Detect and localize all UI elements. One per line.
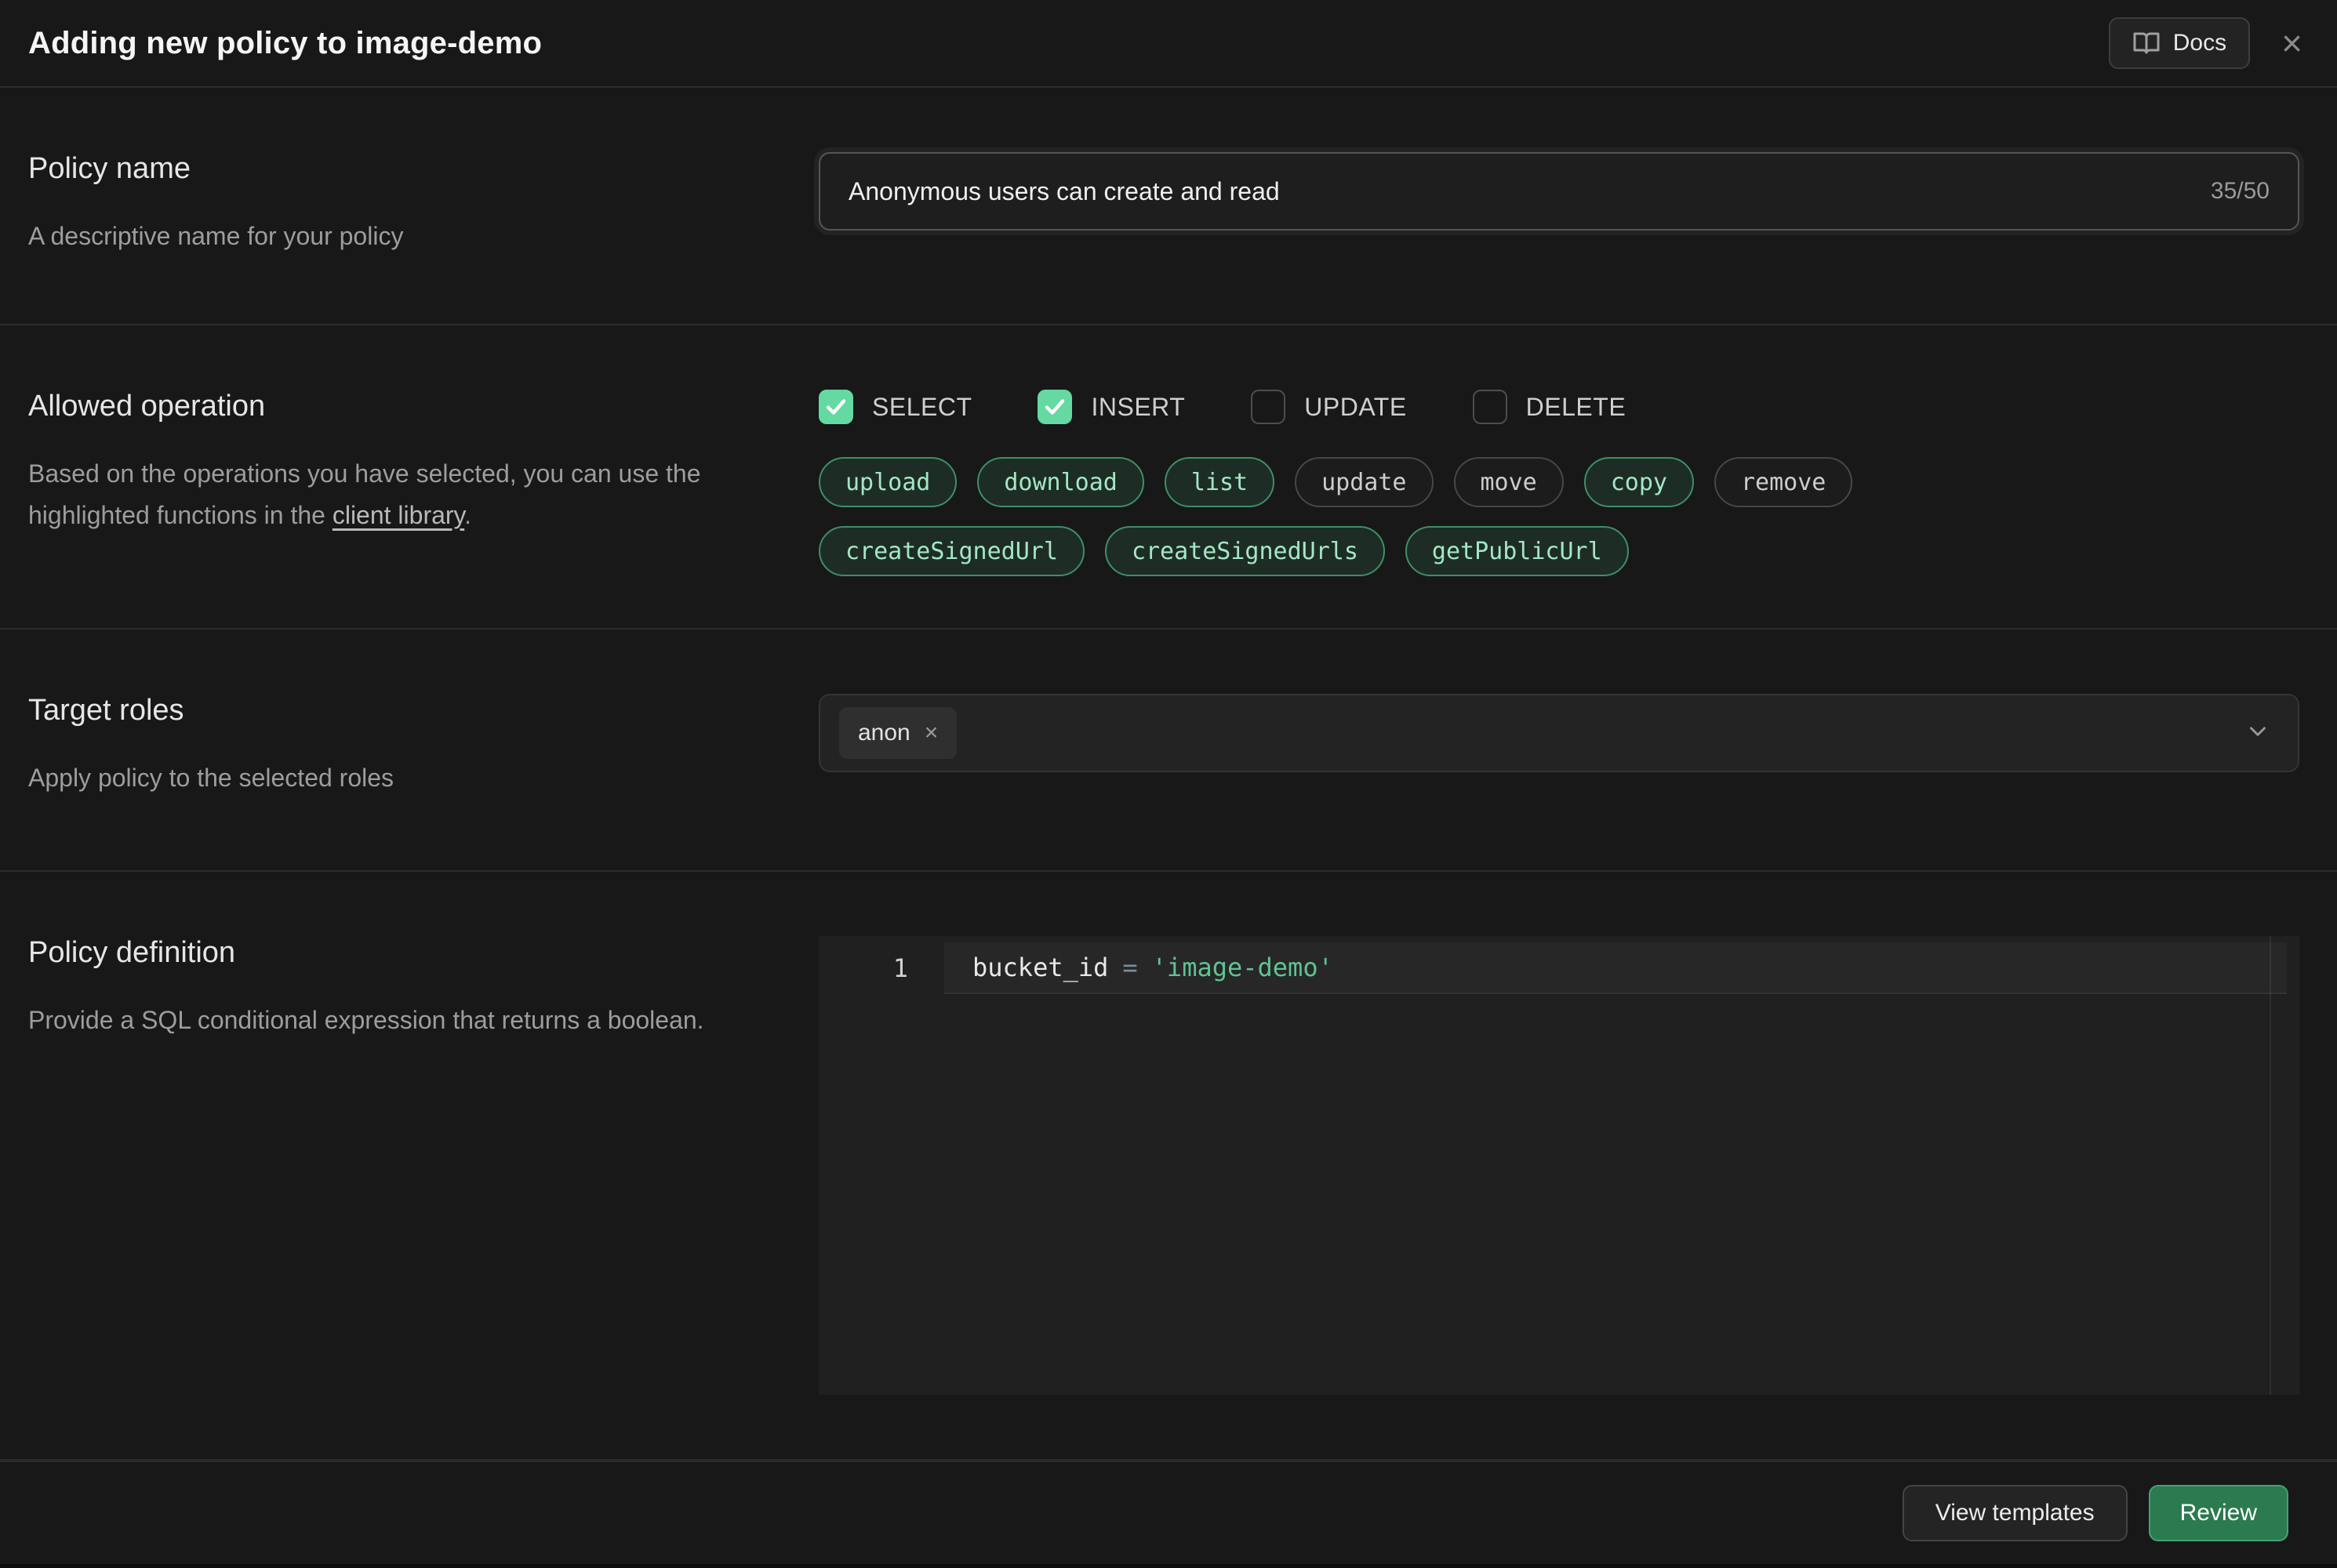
pill-upload: upload: [819, 457, 957, 507]
policy-name-section: Policy name A descriptive name for your …: [0, 88, 2337, 325]
function-pill-row-1: upload download list update move copy re…: [819, 457, 2299, 507]
pill-createsignedurls: createSignedUrls: [1105, 526, 1385, 576]
checkbox-box: [819, 390, 853, 424]
target-roles-title: Target roles: [28, 694, 772, 728]
pill-getpublicurl: getPublicUrl: [1405, 526, 1629, 576]
policy-definition-section: Policy definition Provide a SQL conditio…: [0, 872, 2337, 1461]
dialog-header: Adding new policy to image-demo Docs ×: [0, 0, 2337, 88]
book-icon: [2132, 29, 2161, 57]
remove-role-icon[interactable]: ×: [925, 720, 939, 746]
check-icon: [1043, 395, 1067, 419]
allowed-operation-right: SELECT INSERT UPDATE DELETE upload downl…: [819, 390, 2299, 628]
docs-button-label: Docs: [2173, 30, 2226, 56]
policy-definition-description: Provide a SQL conditional expression tha…: [28, 1000, 772, 1041]
target-roles-description: Apply policy to the selected roles: [28, 757, 772, 799]
checkbox-delete[interactable]: DELETE: [1473, 390, 1626, 424]
checkbox-update[interactable]: UPDATE: [1251, 390, 1406, 424]
header-actions: Docs ×: [2109, 17, 2302, 69]
checkbox-box: [1473, 390, 1507, 424]
review-button[interactable]: Review: [2149, 1485, 2288, 1541]
checkbox-insert[interactable]: INSERT: [1038, 390, 1185, 424]
code-content: bucket_id = 'image-demo': [944, 942, 2287, 994]
pill-copy: copy: [1584, 457, 1694, 507]
check-icon: [824, 395, 848, 419]
pill-update: update: [1295, 457, 1433, 507]
dialog-footer: View templates Review: [0, 1461, 2337, 1564]
pill-list: list: [1165, 457, 1274, 507]
policy-name-right: 35/50: [819, 152, 2299, 324]
pill-createsignedurl: createSignedUrl: [819, 526, 1085, 576]
function-pill-row-2: createSignedUrl createSignedUrls getPubl…: [819, 526, 2299, 576]
pill-remove: remove: [1714, 457, 1852, 507]
checkbox-box: [1251, 390, 1285, 424]
policy-name-input-wrap: 35/50: [819, 152, 2299, 230]
add-policy-dialog: Adding new policy to image-demo Docs × P…: [0, 0, 2337, 1564]
checkbox-label: SELECT: [872, 393, 972, 422]
policy-name-left: Policy name A descriptive name for your …: [28, 152, 819, 324]
policy-definition-right: 1 bucket_id = 'image-demo': [819, 936, 2299, 1459]
policy-definition-title: Policy definition: [28, 936, 772, 970]
policy-name-description: A descriptive name for your policy: [28, 216, 772, 257]
code-token-operator: =: [1122, 953, 1137, 982]
docs-button[interactable]: Docs: [2109, 17, 2250, 69]
close-icon[interactable]: ×: [2281, 25, 2302, 61]
chevron-down-icon: [2244, 718, 2271, 749]
allowed-operation-title: Allowed operation: [28, 390, 772, 423]
sql-code-editor[interactable]: 1 bucket_id = 'image-demo': [819, 936, 2299, 1395]
target-roles-left: Target roles Apply policy to the selecte…: [28, 694, 819, 870]
policy-definition-left: Policy definition Provide a SQL conditio…: [28, 936, 819, 1459]
role-chip-anon: anon ×: [839, 707, 957, 759]
description-suffix: .: [464, 501, 471, 529]
pill-download: download: [977, 457, 1144, 507]
allowed-operation-description: Based on the operations you have selecte…: [28, 453, 772, 536]
checkbox-label: UPDATE: [1304, 393, 1406, 422]
checkbox-box: [1038, 390, 1072, 424]
dialog-title: Adding new policy to image-demo: [28, 26, 542, 61]
checkbox-label: INSERT: [1091, 393, 1185, 422]
line-number: 1: [819, 953, 944, 983]
allowed-operation-section: Allowed operation Based on the operation…: [0, 325, 2337, 630]
code-token-string: 'image-demo': [1152, 953, 1333, 982]
target-roles-section: Target roles Apply policy to the selecte…: [0, 630, 2337, 872]
policy-name-input[interactable]: [849, 177, 2211, 206]
code-token-ident: bucket_id: [972, 953, 1108, 982]
client-library-link[interactable]: client library: [333, 501, 464, 529]
checkbox-select[interactable]: SELECT: [819, 390, 972, 424]
target-roles-right: anon ×: [819, 694, 2299, 870]
pill-move: move: [1454, 457, 1564, 507]
checkbox-label: DELETE: [1526, 393, 1626, 422]
code-line-1: 1 bucket_id = 'image-demo': [819, 942, 2299, 994]
char-counter: 35/50: [2211, 178, 2270, 205]
operation-checkbox-row: SELECT INSERT UPDATE DELETE: [819, 390, 2299, 424]
roles-select[interactable]: anon ×: [819, 694, 2299, 772]
editor-scrollbar[interactable]: [2270, 936, 2271, 1395]
policy-name-title: Policy name: [28, 152, 772, 186]
view-templates-button[interactable]: View templates: [1903, 1485, 2128, 1541]
role-chip-label: anon: [858, 720, 910, 746]
allowed-operation-left: Allowed operation Based on the operation…: [28, 390, 819, 628]
